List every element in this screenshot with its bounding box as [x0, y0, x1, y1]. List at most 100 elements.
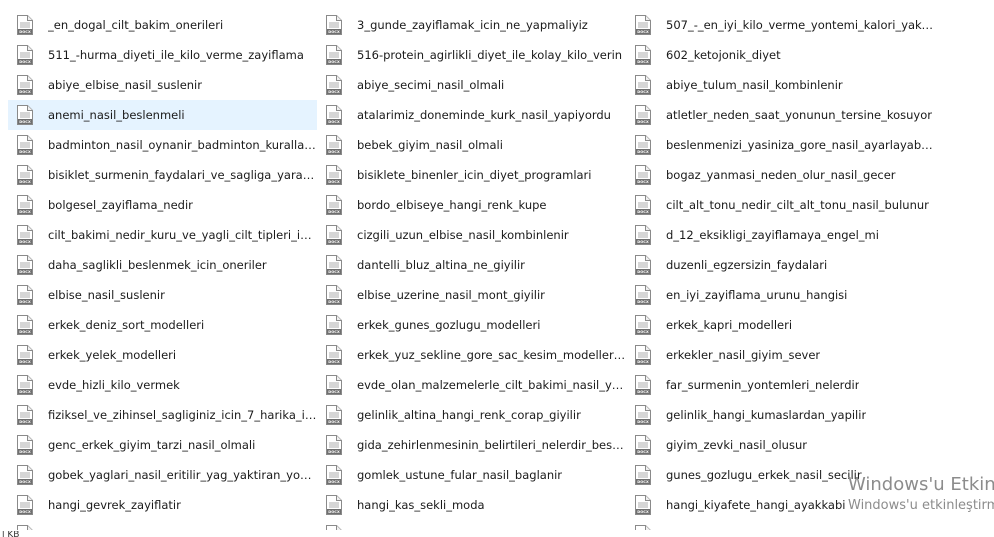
- file-item[interactable]: DOCX 3_gunde_zayiflamak_icin_ne_yapmaliyi…: [317, 10, 626, 40]
- file-item[interactable]: DOCX elbise_uzerine_nasil_mont_giyilir: [317, 280, 626, 310]
- file-item[interactable]: DOCX bolgesel_zayiflama_nedir: [8, 190, 317, 220]
- docx-file-icon: DOCX: [635, 135, 651, 155]
- file-name: badminton_nasil_oynanir_badminton_kurall…: [48, 138, 317, 152]
- docx-file-icon: DOCX: [635, 375, 651, 395]
- file-item[interactable]: DOCX gunes_gozlugu_erkek_nasil_secilir: [626, 460, 935, 490]
- file-item[interactable]: DOCX duzenli_egzersizin_faydalari: [626, 250, 935, 280]
- file-item[interactable]: DOCX cilt_alt_tonu_nedir_cilt_alt_tonu_na…: [626, 190, 935, 220]
- file-item[interactable]: DOCX: [626, 520, 935, 530]
- file-item[interactable]: DOCX cilt_bakimi_nedir_kuru_ve_yagli_cilt…: [8, 220, 317, 250]
- docx-file-icon: DOCX: [326, 15, 342, 35]
- file-name: hangi_kas_sekli_moda: [357, 498, 485, 512]
- docx-file-icon: DOCX: [635, 285, 651, 305]
- file-item[interactable]: DOCX 516-protein_agirlikli_diyet_ile_kola…: [317, 40, 626, 70]
- file-item[interactable]: DOCX hangi_gevrek_zayiflatir: [8, 490, 317, 520]
- file-item[interactable]: DOCX erkek_kapri_modelleri: [626, 310, 935, 340]
- svg-text:DOCX: DOCX: [328, 30, 340, 34]
- docx-file-icon: DOCX: [635, 165, 651, 185]
- file-name: far_surmenin_yontemleri_nelerdir: [666, 378, 860, 392]
- file-item[interactable]: DOCX: [8, 520, 317, 530]
- svg-text:DOCX: DOCX: [637, 480, 649, 484]
- file-name: genc_erkek_giyim_tarzi_nasil_olmali: [48, 438, 256, 452]
- file-item[interactable]: DOCX hangi_kiyafete_hangi_ayakkabi: [626, 490, 935, 520]
- svg-text:DOCX: DOCX: [328, 450, 340, 454]
- file-name: cilt_bakimi_nedir_kuru_ve_yagli_cilt_tip…: [48, 228, 317, 242]
- file-item[interactable]: DOCX abiye_elbise_nasil_suslenir: [8, 70, 317, 100]
- file-item[interactable]: DOCX bordo_elbiseye_hangi_renk_kupe: [317, 190, 626, 220]
- file-item[interactable]: DOCX anemi_nasil_beslenmeli: [8, 100, 317, 130]
- file-item[interactable]: DOCX atletler_neden_saat_yonunun_tersine_…: [626, 100, 935, 130]
- file-item[interactable]: DOCX giyim_zevki_nasil_olusur: [626, 430, 935, 460]
- docx-file-icon: DOCX: [17, 255, 33, 275]
- svg-text:DOCX: DOCX: [637, 30, 649, 34]
- file-item[interactable]: DOCX 511_-hurma_diyeti_ile_kilo_verme_zay…: [8, 40, 317, 70]
- file-item[interactable]: DOCX dantelli_bluz_altina_ne_giyilir: [317, 250, 626, 280]
- file-item[interactable]: DOCX _en_dogal_cilt_bakim_onerileri: [8, 10, 317, 40]
- file-item[interactable]: DOCX 602_ketojonik_diyet: [626, 40, 935, 70]
- svg-text:DOCX: DOCX: [328, 150, 340, 154]
- docx-file-icon: DOCX: [326, 255, 342, 275]
- file-item[interactable]: DOCX d_12_eksikligi_zayiflamaya_engel_mi: [626, 220, 935, 250]
- file-item[interactable]: DOCX evde_olan_malzemelerle_cilt_bakimi_n…: [317, 370, 626, 400]
- svg-text:DOCX: DOCX: [19, 480, 31, 484]
- file-item[interactable]: DOCX bebek_giyim_nasil_olmali: [317, 130, 626, 160]
- file-name: bogaz_yanmasi_neden_olur_nasil_gecer: [666, 168, 896, 182]
- file-item[interactable]: DOCX elbise_nasil_suslenir: [8, 280, 317, 310]
- file-name: gunes_gozlugu_erkek_nasil_secilir: [666, 468, 862, 482]
- file-item[interactable]: DOCX genc_erkek_giyim_tarzi_nasil_olmali: [8, 430, 317, 460]
- file-item[interactable]: DOCX hangi_kas_sekli_moda: [317, 490, 626, 520]
- file-item[interactable]: DOCX abiye_secimi_nasil_olmali: [317, 70, 626, 100]
- svg-text:DOCX: DOCX: [328, 360, 340, 364]
- file-item[interactable]: DOCX: [317, 520, 626, 530]
- file-item[interactable]: DOCX badminton_nasil_oynanir_badminton_ku…: [8, 130, 317, 160]
- file-name: bebek_giyim_nasil_olmali: [357, 138, 503, 152]
- file-item[interactable]: DOCX bisiklet_surmenin_faydalari_ve_sagli…: [8, 160, 317, 190]
- file-name: elbise_nasil_suslenir: [48, 288, 165, 302]
- file-item[interactable]: DOCX daha_saglikli_beslenmek_icin_onerile…: [8, 250, 317, 280]
- docx-file-icon: DOCX: [326, 285, 342, 305]
- docx-file-icon: DOCX: [17, 165, 33, 185]
- docx-file-icon: DOCX: [326, 465, 342, 485]
- file-item[interactable]: DOCX fiziksel_ve_zihinsel_sagliginiz_icin…: [8, 400, 317, 430]
- file-item[interactable]: DOCX evde_hizli_kilo_vermek: [8, 370, 317, 400]
- file-item[interactable]: DOCX bisiklete_binenler_icin_diyet_progra…: [317, 160, 626, 190]
- file-name: gomlek_ustune_fular_nasil_baglanir: [357, 468, 563, 482]
- file-name: duzenli_egzersizin_faydalari: [666, 258, 828, 272]
- file-item[interactable]: DOCX gida_zehirlenmesinin_belirtileri_nel…: [317, 430, 626, 460]
- file-item[interactable]: DOCX en_iyi_zayiflama_urunu_hangisi: [626, 280, 935, 310]
- docx-file-icon: DOCX: [326, 165, 342, 185]
- docx-file-icon: DOCX: [17, 75, 33, 95]
- docx-file-icon: DOCX: [326, 525, 342, 530]
- file-name: atletler_neden_saat_yonunun_tersine_kosu…: [666, 108, 932, 122]
- svg-text:DOCX: DOCX: [19, 330, 31, 334]
- file-name: gobek_yaglari_nasil_eritilir_yag_yaktira…: [48, 468, 317, 482]
- file-item[interactable]: DOCX erkek_deniz_sort_modelleri: [8, 310, 317, 340]
- svg-text:DOCX: DOCX: [637, 60, 649, 64]
- file-item[interactable]: DOCX erkek_gunes_gozlugu_modelleri: [317, 310, 626, 340]
- file-item[interactable]: DOCX 507_-_en_iyi_kilo_verme_yontemi_kalo…: [626, 10, 935, 40]
- file-item[interactable]: DOCX gelinlik_hangi_kumaslardan_yapilir: [626, 400, 935, 430]
- file-item[interactable]: DOCX erkek_yuz_sekline_gore_sac_kesim_mod…: [317, 340, 626, 370]
- file-item[interactable]: DOCX gomlek_ustune_fular_nasil_baglanir: [317, 460, 626, 490]
- file-name: atalarimiz_doneminde_kurk_nasil_yapiyord…: [357, 108, 611, 122]
- file-item[interactable]: DOCX erkek_yelek_modelleri: [8, 340, 317, 370]
- file-item[interactable]: DOCX erkekler_nasil_giyim_sever: [626, 340, 935, 370]
- docx-file-icon: DOCX: [326, 225, 342, 245]
- file-item[interactable]: DOCX beslenmenizi_yasiniza_gore_nasil_aya…: [626, 130, 935, 160]
- file-item[interactable]: DOCX bogaz_yanmasi_neden_olur_nasil_gecer: [626, 160, 935, 190]
- file-name: erkek_yelek_modelleri: [48, 348, 177, 362]
- docx-file-icon: DOCX: [635, 465, 651, 485]
- file-name: bordo_elbiseye_hangi_renk_kupe: [357, 198, 547, 212]
- file-item[interactable]: DOCX atalarimiz_doneminde_kurk_nasil_yapi…: [317, 100, 626, 130]
- docx-file-icon: DOCX: [326, 315, 342, 335]
- docx-file-icon: DOCX: [635, 315, 651, 335]
- file-item[interactable]: DOCX gobek_yaglari_nasil_eritilir_yag_yak…: [8, 460, 317, 490]
- svg-text:DOCX: DOCX: [19, 360, 31, 364]
- docx-file-icon: DOCX: [326, 135, 342, 155]
- file-item[interactable]: DOCX gelinlik_altina_hangi_renk_corap_giy…: [317, 400, 626, 430]
- file-item[interactable]: DOCX abiye_tulum_nasil_kombinlenir: [626, 70, 935, 100]
- svg-text:DOCX: DOCX: [19, 300, 31, 304]
- file-item[interactable]: DOCX cizgili_uzun_elbise_nasil_kombinleni…: [317, 220, 626, 250]
- file-item[interactable]: DOCX far_surmenin_yontemleri_nelerdir: [626, 370, 935, 400]
- file-name: giyim_zevki_nasil_olusur: [666, 438, 807, 452]
